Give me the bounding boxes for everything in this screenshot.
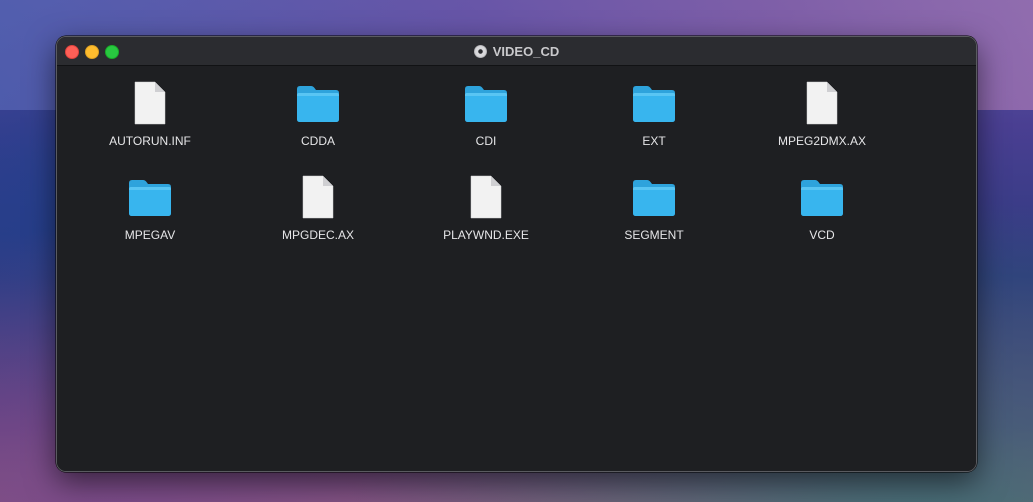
list-item[interactable]: EXT [579, 66, 729, 148]
document-icon [463, 175, 509, 219]
disc-icon [473, 44, 487, 58]
folder-icon [295, 81, 341, 125]
folder-icon [631, 175, 677, 219]
list-item[interactable]: CDI [411, 66, 561, 148]
item-label: CDI [475, 134, 497, 148]
folder-icon [463, 81, 509, 125]
item-label: VCD [809, 228, 835, 242]
item-label: MPEG2DMX.AX [777, 134, 867, 148]
item-label: EXT [642, 134, 666, 148]
item-label: AUTORUN.INF [109, 134, 191, 148]
folder-icon [127, 175, 173, 219]
item-label: CDDA [300, 134, 335, 148]
document-icon [127, 81, 173, 125]
item-label: MPEGAV [124, 228, 176, 242]
list-item[interactable]: VCD [747, 160, 897, 242]
window-title: VIDEO_CD [492, 43, 560, 59]
finder-window[interactable]: VIDEO_CD AUTORUN.INF CDDA CDI EXT MPEG2D… [56, 36, 977, 472]
item-label: PLAYWND.EXE [443, 228, 529, 242]
document-icon [799, 81, 845, 125]
document-icon [295, 175, 341, 219]
icon-view[interactable]: AUTORUN.INF CDDA CDI EXT MPEG2DMX.AX MPE… [57, 66, 976, 471]
folder-icon [631, 81, 677, 125]
item-label: SEGMENT [624, 228, 684, 242]
list-item[interactable]: MPEG2DMX.AX [747, 66, 897, 148]
item-label: MPGDEC.AX [281, 228, 354, 242]
list-item[interactable]: SEGMENT [579, 160, 729, 242]
folder-icon [799, 175, 845, 219]
list-item[interactable]: MPEGAV [75, 160, 225, 242]
title-bar[interactable]: VIDEO_CD [57, 37, 976, 66]
list-item[interactable]: PLAYWND.EXE [411, 160, 561, 242]
list-item[interactable]: CDDA [243, 66, 393, 148]
list-item[interactable]: MPGDEC.AX [243, 160, 393, 242]
list-item[interactable]: AUTORUN.INF [75, 66, 225, 148]
window-title-wrap: VIDEO_CD [57, 37, 976, 65]
